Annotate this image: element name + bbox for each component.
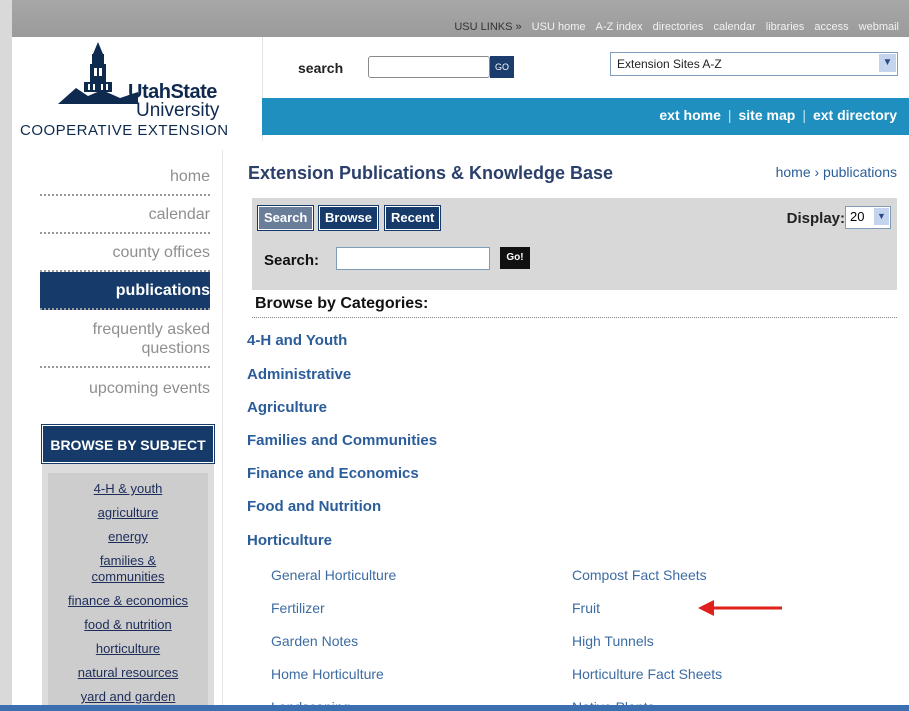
extension-sites-select[interactable]: Extension Sites A-Z ▼ — [610, 52, 898, 76]
link-a-z-index[interactable]: A-Z index — [596, 21, 643, 33]
nav-item-publications[interactable]: publications — [40, 272, 210, 310]
window-bottom-edge — [0, 705, 909, 711]
header-search-label: search — [298, 60, 344, 76]
page: USU LINKS » USU home A-Z index directori… — [12, 0, 909, 711]
red-arrow-annotation-icon — [698, 600, 782, 616]
subcategory-garden-notes[interactable]: Garden Notes — [271, 633, 358, 649]
extension-header-bar: ext home | site map | ext directory — [262, 98, 909, 135]
subject-link-energy[interactable]: energy — [48, 529, 208, 545]
display-count-select[interactable]: 20 ▼ — [845, 206, 891, 229]
link-access[interactable]: access — [814, 21, 848, 33]
breadcrumb[interactable]: home › publications — [776, 164, 897, 180]
publication-search-go-button[interactable]: Go! — [500, 247, 530, 269]
subject-link-yard-and-garden[interactable]: yard and garden — [48, 689, 208, 705]
category-food-nutrition[interactable]: Food and Nutrition — [247, 498, 381, 515]
link-directories[interactable]: directories — [653, 21, 704, 33]
subject-link-natural-resources[interactable]: natural resources — [48, 665, 208, 681]
page-title: Extension Publications & Knowledge Base — [248, 163, 614, 183]
subject-link-horticulture[interactable]: horticulture — [48, 641, 208, 657]
extension-sites-select-value: Extension Sites A-Z — [617, 57, 722, 71]
subcategory-fertilizer[interactable]: Fertilizer — [271, 600, 325, 616]
usu-logo[interactable]: UtahState University COOPERATIVE EXTENSI… — [12, 37, 263, 141]
link-ext-directory[interactable]: ext directory — [813, 107, 897, 123]
tab-recent[interactable]: Recent — [383, 205, 442, 231]
left-nav: home calendar county offices publication… — [40, 158, 210, 406]
nav-item-label: upcoming events — [89, 380, 210, 397]
subject-link-4h-youth[interactable]: 4-H & youth — [48, 481, 208, 497]
link-ext-home[interactable]: ext home — [659, 107, 720, 123]
usu-links-bar: USU LINKS » USU home A-Z index directori… — [12, 0, 909, 37]
subcategory-general-horticulture[interactable]: General Horticulture — [271, 567, 396, 583]
subject-link-families-communities[interactable]: families & communities — [80, 553, 176, 585]
category-families-communities[interactable]: Families and Communities — [247, 432, 437, 449]
subject-link-agriculture[interactable]: agriculture — [48, 505, 208, 521]
sidebar-divider — [222, 150, 223, 711]
tab-browse[interactable]: Browse — [318, 205, 379, 231]
logo-cooperative-extension: COOPERATIVE EXTENSION — [20, 122, 229, 139]
subcategory-fruit[interactable]: Fruit — [572, 600, 600, 616]
link-webmail[interactable]: webmail — [859, 21, 899, 33]
nav-item-label: county offices — [112, 244, 210, 261]
subject-link-finance-economics[interactable]: finance & economics — [48, 593, 208, 609]
subcategory-home-horticulture[interactable]: Home Horticulture — [271, 666, 384, 682]
nav-item-faq[interactable]: frequently asked questions — [40, 310, 210, 368]
publication-search-label: Search: — [264, 252, 320, 269]
subject-link-food-nutrition[interactable]: food & nutrition — [48, 617, 208, 633]
category-agriculture[interactable]: Agriculture — [247, 399, 327, 416]
old-main-tower-icon — [58, 42, 138, 104]
category-horticulture[interactable]: Horticulture — [247, 532, 332, 549]
usu-links-label: USU LINKS » — [454, 21, 522, 33]
link-usu-home[interactable]: USU home — [532, 21, 586, 33]
nav-item-label: publications — [115, 282, 210, 299]
nav-item-calendar[interactable]: calendar — [40, 196, 210, 234]
nav-item-upcoming-events[interactable]: upcoming events — [40, 368, 210, 406]
category-administrative[interactable]: Administrative — [247, 366, 351, 383]
nav-item-label: calendar — [148, 206, 210, 223]
subcategory-compost-fact-sheets[interactable]: Compost Fact Sheets — [572, 567, 707, 583]
header-search-go-button[interactable]: GO — [490, 56, 514, 78]
browse-by-subject-title: BROWSE BY SUBJECT — [41, 424, 215, 464]
display-label: Display: — [786, 210, 845, 227]
nav-item-label: frequently asked questions — [92, 321, 210, 357]
nav-item-county-offices[interactable]: county offices — [40, 234, 210, 272]
link-site-map[interactable]: site map — [739, 107, 796, 123]
logo-university: University — [136, 100, 220, 121]
separator: | — [727, 107, 732, 123]
publication-tool-panel: Search Browse Recent Display: 20 ▼ Searc… — [252, 198, 897, 290]
category-finance-economics[interactable]: Finance and Economics — [247, 465, 419, 482]
chevron-down-icon[interactable]: ▼ — [879, 54, 896, 72]
separator: | — [802, 107, 806, 123]
publication-search-input[interactable] — [336, 247, 490, 270]
tab-search[interactable]: Search — [256, 205, 315, 231]
chevron-down-icon[interactable]: ▼ — [874, 208, 889, 225]
divider — [252, 317, 897, 318]
subject-list: 4-H & youth agriculture energy families … — [48, 473, 208, 711]
browse-categories-heading: Browse by Categories: — [255, 295, 429, 312]
browse-by-subject-panel: BROWSE BY SUBJECT 4-H & youth agricultur… — [41, 424, 215, 711]
nav-item-home[interactable]: home — [40, 158, 210, 196]
link-calendar[interactable]: calendar — [713, 21, 755, 33]
subcategory-horticulture-fact-sheets[interactable]: Horticulture Fact Sheets — [572, 666, 722, 682]
link-libraries[interactable]: libraries — [766, 21, 805, 33]
category-4h-youth[interactable]: 4-H and Youth — [247, 332, 347, 349]
subcategory-high-tunnels[interactable]: High Tunnels — [572, 633, 654, 649]
header-search-input[interactable] — [368, 56, 490, 78]
nav-item-label: home — [169, 168, 210, 185]
display-count-value: 20 — [850, 209, 865, 224]
